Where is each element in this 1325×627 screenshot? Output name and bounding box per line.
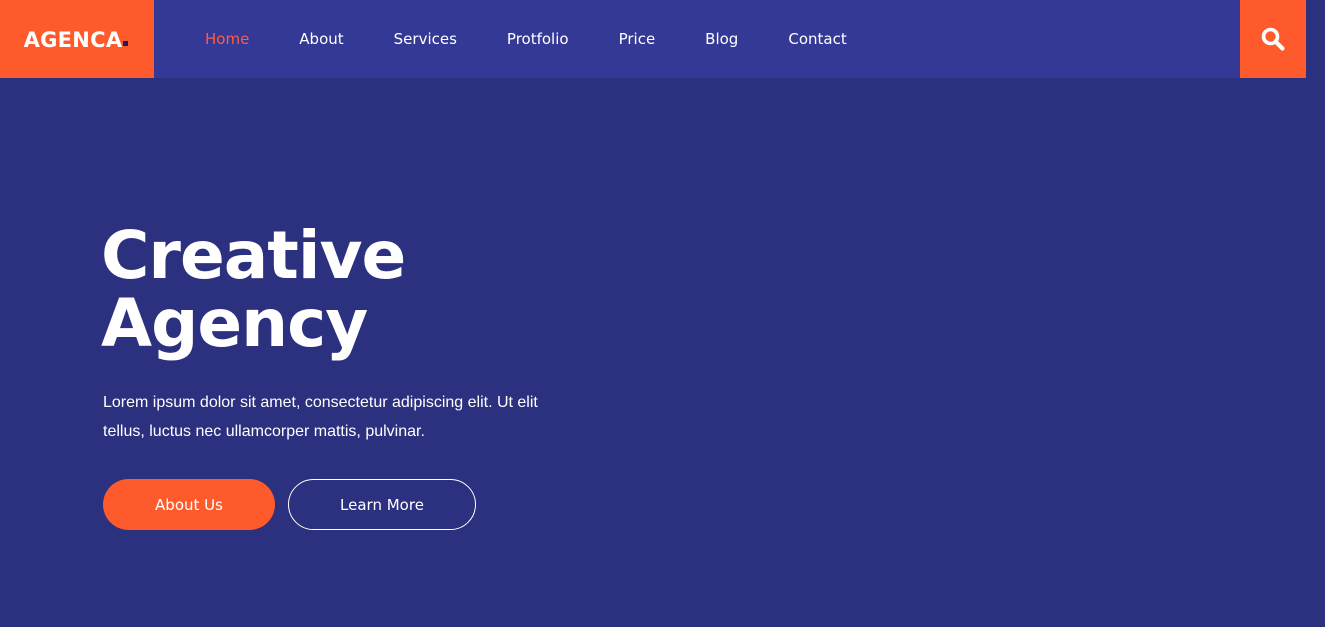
site-header: AGENCA Home About Services Protfolio Pri… — [0, 0, 1306, 78]
about-us-button[interactable]: About Us — [103, 479, 275, 530]
nav-item-price[interactable]: Price — [619, 30, 656, 48]
hero-title: Creative Agency — [101, 217, 406, 362]
logo-text: AGENCA — [24, 28, 129, 52]
logo-dot-icon — [123, 41, 129, 46]
hero-title-line-1: Creative — [101, 217, 406, 294]
nav-item-about[interactable]: About — [299, 30, 343, 48]
nav-item-services[interactable]: Services — [394, 30, 457, 48]
nav-item-home[interactable]: Home — [205, 30, 249, 48]
page: AGENCA Home About Services Protfolio Pri… — [0, 0, 1325, 627]
right-edge-strip — [1306, 0, 1325, 627]
search-button[interactable] — [1240, 0, 1306, 78]
hero-title-line-2: Agency — [101, 285, 368, 362]
hero-description: Lorem ipsum dolor sit amet, consectetur … — [103, 394, 538, 440]
logo-name: AGENCA — [23, 28, 123, 52]
search-icon — [1261, 27, 1285, 51]
learn-more-button[interactable]: Learn More — [288, 479, 476, 530]
logo[interactable]: AGENCA — [0, 0, 154, 78]
nav-item-blog[interactable]: Blog — [705, 30, 738, 48]
nav-item-portfolio[interactable]: Protfolio — [507, 30, 569, 48]
main-nav: Home About Services Protfolio Price Blog… — [205, 0, 897, 78]
nav-item-contact[interactable]: Contact — [788, 30, 846, 48]
